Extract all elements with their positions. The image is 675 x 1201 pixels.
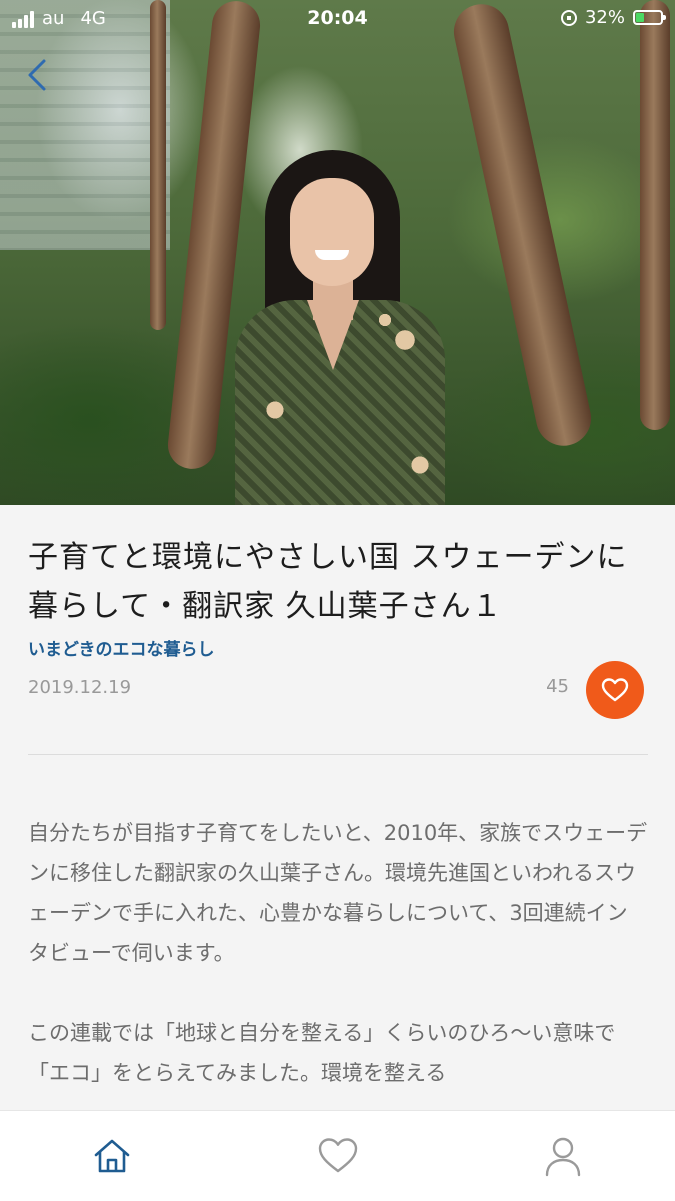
paragraph: この連載では「地球と自分を整える」くらいのひろ〜い意味で「エコ」をとらえてみまし… [28,1021,616,1085]
article-body: 自分たちが目指す子育てをしたいと、2010年、家族でスウェーデンに移住した翻訳家… [28,813,648,1133]
user-icon [545,1137,581,1177]
home-icon [94,1139,130,1173]
article-content: 子育てと環境にやさしい国 スウェーデンに暮らして・翻訳家 久山葉子さん１ いまど… [0,505,675,1110]
like-count: 45 [546,676,569,697]
tree-trunk [640,0,670,430]
heart-icon [601,678,629,702]
rotation-lock-icon [560,9,577,26]
tree-trunk [448,0,597,451]
divider [28,754,648,755]
battery-percent: 32% [584,7,625,28]
battery-icon [633,10,666,25]
portrait-person [235,150,445,505]
status-bar: au 4G 20:04 32% [0,0,675,38]
tab-favorites[interactable] [308,1131,368,1181]
category-link[interactable]: いまどきのエコな暮らし [28,635,215,660]
like-button[interactable] [586,661,644,719]
tree-trunk [150,0,166,330]
chevron-left-icon [28,59,46,91]
tab-account[interactable] [533,1131,593,1181]
hero-photo [0,0,675,505]
tab-bar [0,1110,675,1201]
paragraph: 自分たちが目指す子育てをしたいと、2010年、家族でスウェーデンに移住した翻訳家… [28,821,648,965]
back-button[interactable] [22,55,58,95]
heart-outline-icon [318,1138,358,1173]
article-title: 子育てと環境にやさしい国 スウェーデンに暮らして・翻訳家 久山葉子さん１ [28,540,628,624]
publish-date: 2019.12.19 [28,677,132,698]
tab-home[interactable] [82,1131,142,1181]
